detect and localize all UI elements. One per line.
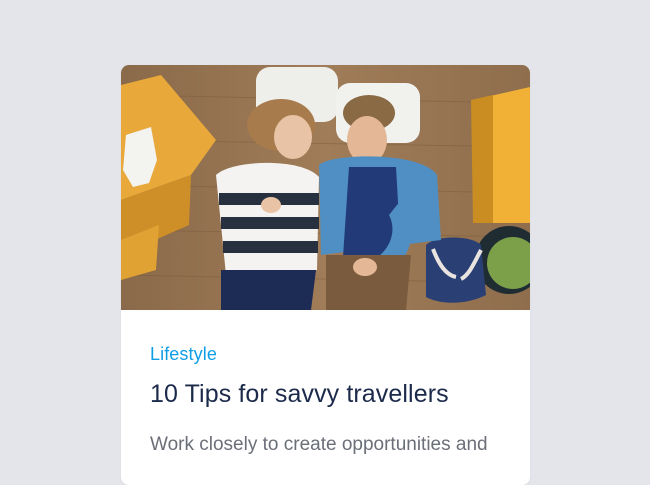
article-excerpt: Work closely to create opportunities and (150, 434, 488, 455)
article-image[interactable] (121, 65, 530, 310)
article-card[interactable]: Lifestyle 10 Tips for savvy travellers W… (121, 65, 530, 485)
category-label[interactable]: Lifestyle (150, 344, 217, 365)
article-title[interactable]: 10 Tips for savvy travellers (150, 380, 449, 409)
